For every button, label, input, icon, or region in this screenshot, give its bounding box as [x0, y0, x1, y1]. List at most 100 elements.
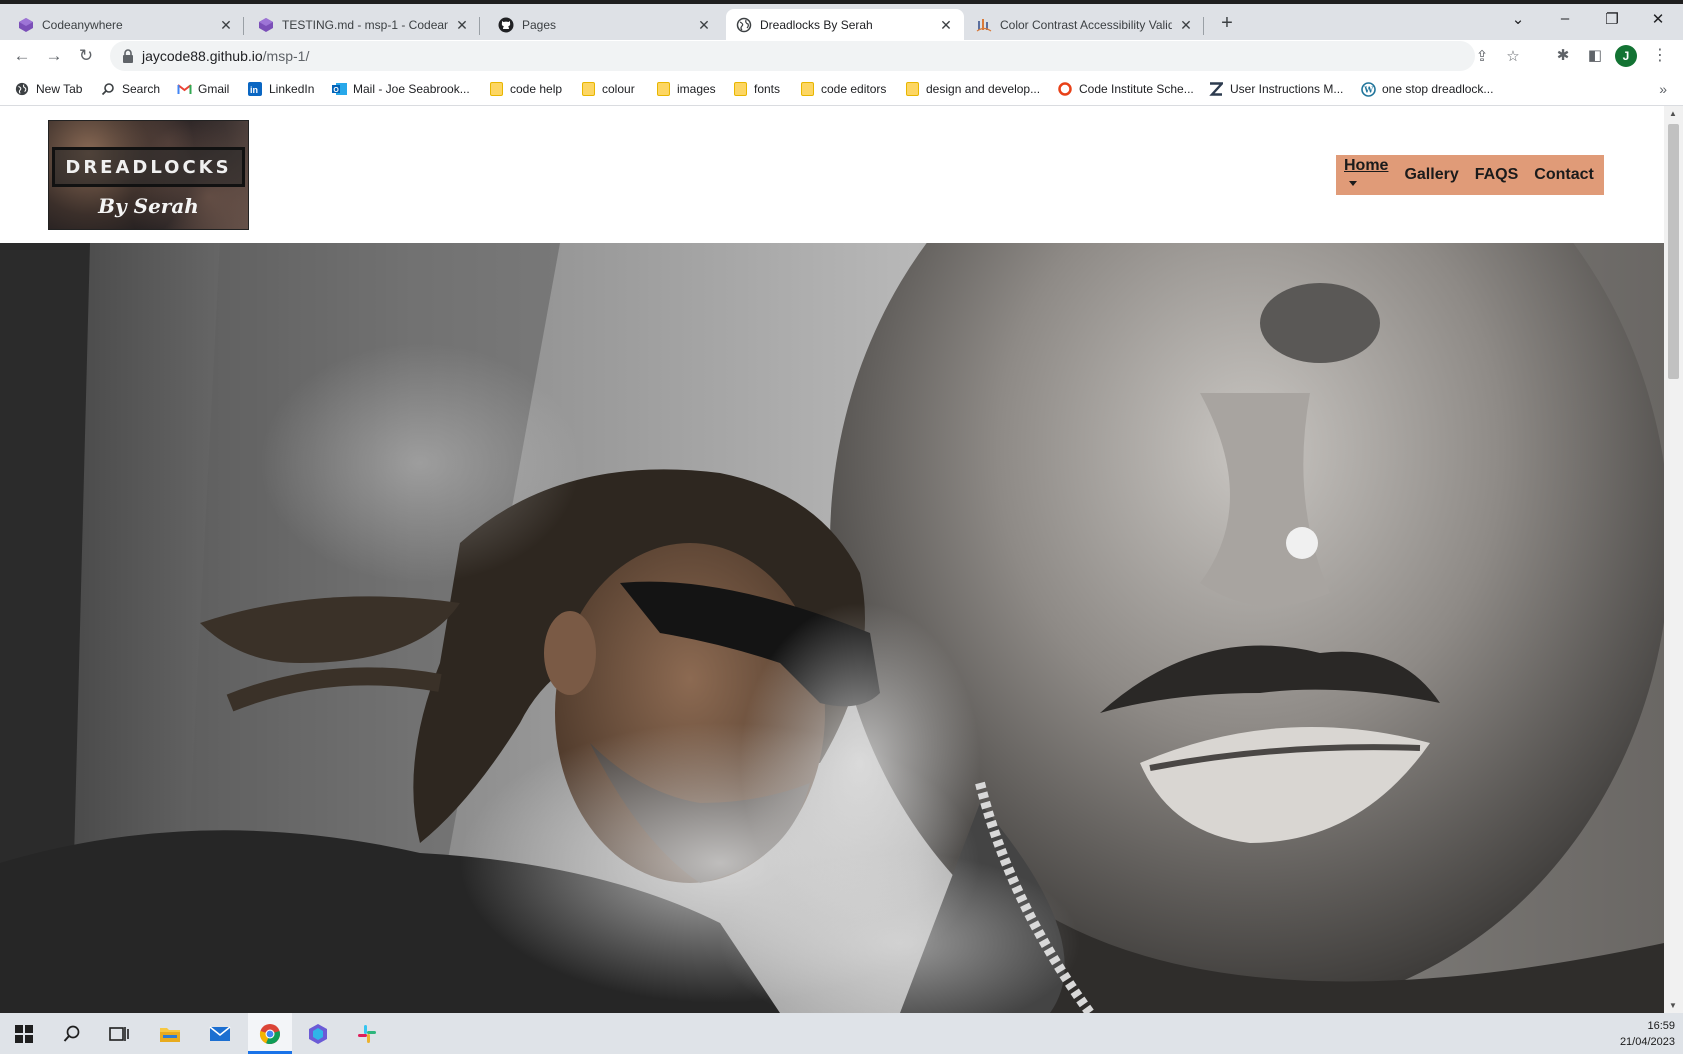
tab-color-contrast[interactable]: Color Contrast Accessibility Validator ✕ [966, 9, 1204, 41]
reload-icon[interactable]: ↻ [74, 44, 98, 68]
bookmark-new-tab[interactable]: New Tab [14, 79, 82, 99]
bookmark-folder-colour[interactable]: colour [580, 79, 635, 99]
page-viewport: DREADLOCKS By Serah Home Gallery FAQS Co… [0, 106, 1664, 1013]
bookmark-label: Search [122, 82, 161, 96]
scroll-up-icon[interactable]: ▲ [1669, 109, 1677, 118]
tab-search-icon[interactable]: ⌄ [1503, 10, 1533, 28]
window-close-icon[interactable]: ✕ [1643, 10, 1673, 28]
scroll-thumb[interactable] [1668, 124, 1679, 379]
side-panel-icon[interactable]: ◧ [1584, 45, 1606, 67]
new-tab-button[interactable]: + [1215, 12, 1239, 35]
github-icon [498, 17, 514, 33]
bookmark-label: New Tab [36, 82, 83, 96]
tab-dreadlocks[interactable]: Dreadlocks By Serah ✕ [726, 9, 964, 41]
forward-icon[interactable]: → [42, 44, 66, 68]
search-icon [100, 81, 116, 97]
bookmark-star-icon[interactable]: ☆ [1503, 47, 1523, 67]
site-logo[interactable]: DREADLOCKS By Serah [48, 120, 249, 230]
tab-title: Dreadlocks By Serah [760, 18, 873, 32]
bookmark-label: Gmail [198, 82, 230, 96]
share-icon[interactable]: ⇪ [1472, 47, 1492, 67]
page-scrollbar[interactable]: ▲ ▼ [1664, 106, 1683, 1013]
outlook-icon: O [331, 81, 347, 97]
close-icon[interactable]: ✕ [696, 17, 712, 34]
folder-icon [904, 81, 920, 97]
close-icon[interactable]: ✕ [1178, 17, 1194, 34]
bookmark-gmail[interactable]: Gmail [176, 79, 229, 99]
file-explorer-icon[interactable] [155, 1019, 185, 1049]
system-clock[interactable]: 16:59 21/04/2023 [1620, 1018, 1675, 1050]
scroll-down-icon[interactable]: ▼ [1669, 1001, 1677, 1010]
bookmark-label: Mail - Joe Seabrook... [353, 82, 470, 96]
tab-title: Color Contrast Accessibility Validator [1000, 18, 1172, 32]
zotero-icon [1208, 81, 1224, 97]
logo-wordmark-box: DREADLOCKS [52, 147, 245, 187]
bookmark-folder-code-help[interactable]: code help [488, 79, 562, 99]
nav-gallery[interactable]: Gallery [1404, 166, 1458, 184]
task-view-icon[interactable] [104, 1019, 134, 1049]
bookmark-linkedin[interactable]: in LinkedIn [247, 79, 314, 99]
bookmark-label: LinkedIn [269, 82, 315, 96]
code-institute-icon [1057, 81, 1073, 97]
chrome-icon[interactable] [255, 1019, 285, 1049]
browser-menu-icon[interactable]: ⋮ [1652, 45, 1668, 65]
nav-home[interactable]: Home [1344, 157, 1388, 193]
back-icon[interactable]: ← [10, 44, 34, 68]
tab-codeanywhere[interactable]: Codeanywhere ✕ [8, 9, 244, 41]
lock-icon [123, 49, 133, 63]
slack-icon[interactable] [352, 1019, 382, 1049]
tab-testing-md[interactable]: TESTING.md - msp-1 - Codeanywhere ✕ [248, 9, 480, 41]
bookmark-one-stop-dreadlock[interactable]: W one stop dreadlock... [1360, 79, 1493, 99]
profile-avatar[interactable]: J [1615, 45, 1637, 67]
bookmark-label: images [677, 82, 716, 96]
taskbar-search-icon[interactable] [57, 1019, 87, 1049]
minimize-icon[interactable]: – [1550, 10, 1580, 27]
wordpress-icon: W [1360, 81, 1376, 97]
bookmarks-bar: New Tab Search Gmail in LinkedIn O Mail … [0, 72, 1683, 106]
copilot-icon[interactable] [303, 1019, 333, 1049]
svg-text:W: W [1363, 84, 1374, 94]
hero-photo [0, 243, 1664, 1013]
bookmark-code-institute[interactable]: Code Institute Sche... [1057, 79, 1194, 99]
close-icon[interactable]: ✕ [938, 17, 954, 34]
tab-title: Codeanywhere [42, 18, 123, 32]
site-navigation: Home Gallery FAQS Contact [1336, 155, 1604, 195]
site-header: DREADLOCKS By Serah Home Gallery FAQS Co… [0, 106, 1664, 243]
logo-title: DREADLOCKS [65, 156, 232, 178]
mail-app-icon[interactable] [205, 1019, 235, 1049]
folder-icon [655, 81, 671, 97]
bookmarks-overflow-icon[interactable]: » [1659, 81, 1667, 97]
bookmark-folder-images[interactable]: images [655, 79, 716, 99]
windows-start-icon[interactable] [9, 1019, 39, 1049]
folder-icon [488, 81, 504, 97]
codeanywhere-icon [18, 17, 34, 33]
linkedin-icon: in [247, 81, 263, 97]
bookmark-folder-design[interactable]: design and develop... [904, 79, 1040, 99]
close-icon[interactable]: ✕ [218, 17, 234, 34]
address-bar[interactable]: jaycode88.github.io/msp-1/ ⇪ ☆ [110, 41, 1520, 71]
bookmark-mail[interactable]: O Mail - Joe Seabrook... [331, 79, 470, 99]
bookmark-folder-code-editors[interactable]: code editors [799, 79, 886, 99]
close-icon[interactable]: ✕ [454, 17, 470, 34]
bookmark-label: fonts [754, 82, 781, 96]
nav-faqs[interactable]: FAQS [1475, 166, 1519, 184]
bookmark-label: code help [510, 82, 563, 96]
bookmark-label: code editors [821, 82, 887, 96]
caret-down-icon [1349, 181, 1357, 187]
url-host: jaycode88.github.io [142, 48, 263, 64]
restore-icon[interactable]: ❐ [1597, 10, 1627, 28]
nav-contact[interactable]: Contact [1534, 166, 1594, 184]
extensions-icon[interactable]: ✱ [1552, 45, 1574, 67]
bookmark-user-instructions[interactable]: User Instructions M... [1208, 79, 1343, 99]
tab-pages[interactable]: Pages ✕ [488, 9, 722, 41]
folder-icon [799, 81, 815, 97]
hero-image [0, 243, 1664, 1013]
windows-taskbar: 16:59 21/04/2023 [0, 1013, 1683, 1054]
bookmark-folder-fonts[interactable]: fonts [732, 79, 780, 99]
nav-label: Home [1344, 157, 1389, 174]
bookmark-search[interactable]: Search [100, 79, 160, 99]
bookmark-label: User Instructions M... [1230, 82, 1344, 96]
url-text: jaycode88.github.io/msp-1/ [142, 48, 309, 64]
clock-date: 21/04/2023 [1619, 1036, 1675, 1048]
tab-strip: Codeanywhere ✕ TESTING.md - msp-1 - Code… [0, 0, 1683, 41]
